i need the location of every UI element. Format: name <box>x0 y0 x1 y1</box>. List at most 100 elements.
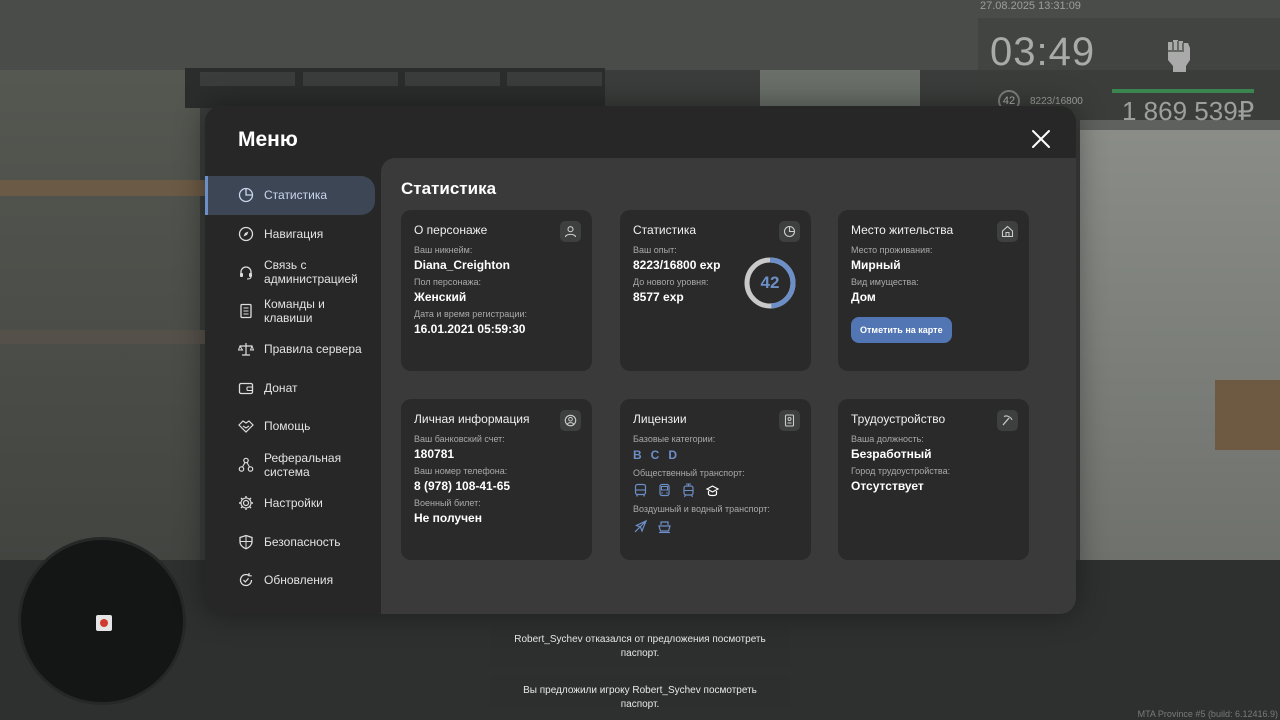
registration-value: 16.01.2021 05:59:30 <box>414 322 526 336</box>
gear-icon <box>239 496 253 511</box>
hud-clock: 03:49 <box>990 30 1096 74</box>
public-transport-label: Общественный транспорт: <box>633 468 745 478</box>
card-title: Статистика <box>633 223 697 237</box>
nickname-value: Diana_Creighton <box>414 258 511 272</box>
sidebar-item-commands[interactable]: Команды и клавиши <box>205 292 381 331</box>
player-marker-icon <box>96 615 112 631</box>
bus-icon <box>633 483 648 498</box>
personal-info-card: Личная информация Ваш банковский счет: 1… <box>401 399 592 560</box>
notification: Вы предложили игроку Robert_Sychev посмо… <box>490 675 790 710</box>
menu-window: Меню Статистика Навигация Связь с админи… <box>205 106 1076 614</box>
employment-card: Трудоустройство Ваша должность: Безработ… <box>838 399 1029 560</box>
character-card: О персонаже Ваш никнейм: Diana_Creighton… <box>401 210 592 371</box>
sidebar-item-label: Правила сервера <box>264 342 362 357</box>
phone-label: Ваш номер телефона: <box>414 466 508 476</box>
sidebar-item-label: Команды и клавиши <box>264 296 325 325</box>
bank-label: Ваш банковский счет: <box>414 434 505 444</box>
profile-icon <box>560 410 581 431</box>
notification: Robert_Sychev отказался от предложения п… <box>490 626 790 668</box>
taxi-icon <box>705 483 720 498</box>
hud-health-bar <box>1112 89 1254 93</box>
bus-front-icon <box>657 483 672 498</box>
sidebar-item-label: Статистика <box>264 188 328 203</box>
close-icon[interactable] <box>1028 126 1054 152</box>
sidebar-item-navigation[interactable]: Навигация <box>205 215 381 254</box>
card-title: Трудоустройство <box>851 412 946 426</box>
pie-chart-icon <box>779 221 800 242</box>
bank-value: 180781 <box>414 447 455 461</box>
sidebar-item-help[interactable]: Помощь <box>205 407 381 446</box>
license-category: C <box>650 448 660 462</box>
military-value: Не получен <box>414 511 482 525</box>
sidebar-item-label: Реферальная система <box>264 450 342 479</box>
property-type-label: Вид имущества: <box>851 277 919 287</box>
card-title: О персонаже <box>414 223 488 237</box>
menu-title: Меню <box>238 128 298 151</box>
home-icon <box>997 221 1018 242</box>
compass-icon <box>238 226 254 241</box>
exp-label: Ваш опыт: <box>633 245 677 255</box>
minimap <box>18 537 186 705</box>
base-categories-label: Базовые категории: <box>633 434 716 444</box>
public-transport-icons <box>633 483 798 498</box>
ceiling-panels <box>185 68 605 108</box>
id-card-icon <box>779 410 800 431</box>
shield-icon <box>239 534 253 550</box>
sidebar-item-statistics[interactable]: Статистика <box>205 176 375 215</box>
position-label: Ваша должность: <box>851 434 924 444</box>
level-progress-ring: 42 <box>742 255 798 311</box>
sidebar-item-label: Помощь <box>264 419 311 434</box>
user-icon <box>560 221 581 242</box>
sidebar-item-referral[interactable]: Реферальная система <box>205 446 381 485</box>
licenses-card: Лицензии Базовые категории: B C D Общест… <box>620 399 811 560</box>
handshake-icon <box>238 420 254 434</box>
pickaxe-icon <box>997 410 1018 431</box>
wall-trim <box>0 330 210 344</box>
card-title: Место жительства <box>851 223 954 237</box>
license-category: D <box>668 448 678 462</box>
hud-money: 1 869 539₽ <box>1122 96 1255 126</box>
place-value: Мирный <box>851 258 901 272</box>
hud-datetime: 27.08.2025 13:31:09 <box>980 0 1081 12</box>
refresh-check-icon <box>239 573 253 587</box>
content-panel: Статистика О персонаже Ваш никнейм: Dian… <box>381 158 1076 614</box>
mark-on-map-button[interactable]: Отметить на карте <box>851 317 952 343</box>
place-label: Место проживания: <box>851 245 933 255</box>
property-type-value: Дом <box>851 290 876 304</box>
sidebar-item-security[interactable]: Безопасность <box>205 523 381 562</box>
fist-icon <box>1168 40 1190 72</box>
phone-value: 8 (978) 108-41-65 <box>414 479 511 493</box>
sidebar-item-donate[interactable]: Донат <box>205 369 381 408</box>
sidebar-item-contact-admin[interactable]: Связь с администрацией <box>205 253 381 292</box>
nickname-label: Ваш никнейм: <box>414 245 473 255</box>
boat-icon <box>657 519 672 534</box>
license-category: B <box>633 448 642 462</box>
air-water-transport-label: Воздушный и водный транспорт: <box>633 504 770 514</box>
plane-icon <box>633 519 648 534</box>
sidebar-item-updates[interactable]: Обновления <box>205 561 381 600</box>
military-label: Военный билет: <box>414 498 481 508</box>
card-title: Личная информация <box>414 412 530 426</box>
stats-card: Статистика Ваш опыт: 8223/16800 exp До н… <box>620 210 811 371</box>
pie-chart-icon <box>238 188 254 203</box>
sidebar-item-rules[interactable]: Правила сервера <box>205 330 381 369</box>
job-city-label: Город трудоустройства: <box>851 466 951 476</box>
wall-trim <box>1215 380 1280 450</box>
scales-icon <box>238 343 254 356</box>
sidebar-item-label: Безопасность <box>264 534 341 549</box>
gender-value: Женский <box>414 290 467 304</box>
gender-label: Пол персонажа: <box>414 277 482 287</box>
card-title: Лицензии <box>633 412 687 426</box>
license-categories: B C D <box>633 448 798 462</box>
build-info: MTA Province #5 (build: 6.12416.9) <box>1137 709 1278 719</box>
sidebar-item-label: Настройки <box>264 496 323 511</box>
document-icon <box>240 303 252 318</box>
level-number: 42 <box>760 273 780 292</box>
sidebar-item-label: Навигация <box>264 226 324 241</box>
network-icon <box>238 457 254 472</box>
wall-trim <box>0 180 210 196</box>
wallet-icon <box>238 382 254 394</box>
job-city-value: Отсутствует <box>851 479 924 493</box>
sidebar-item-settings[interactable]: Настройки <box>205 484 381 523</box>
sidebar: Статистика Навигация Связь с администрац… <box>205 176 381 600</box>
